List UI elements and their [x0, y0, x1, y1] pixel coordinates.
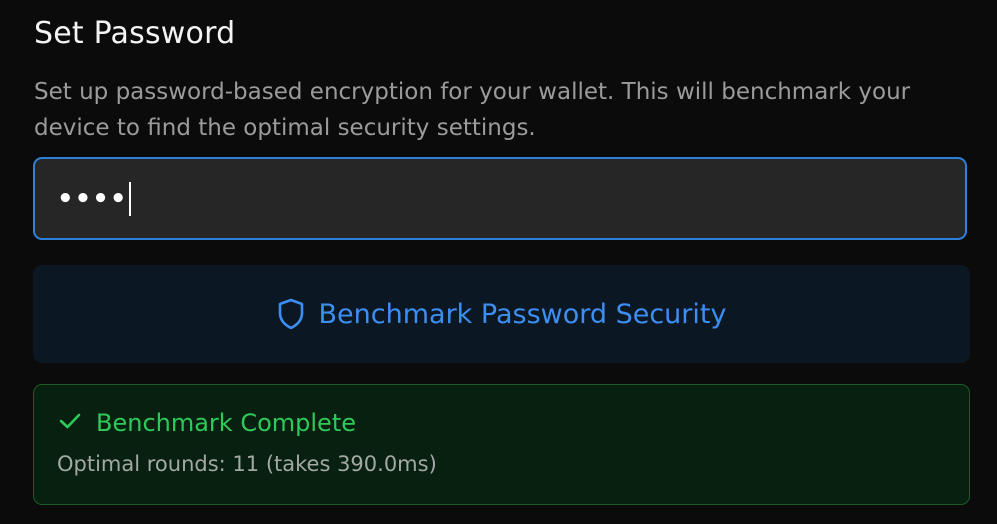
- benchmark-button[interactable]: Benchmark Password Security: [33, 265, 970, 363]
- password-masked-value: ••••: [57, 183, 128, 214]
- check-icon: [58, 411, 82, 435]
- text-caret: [129, 181, 132, 216]
- password-input[interactable]: ••••: [33, 157, 967, 240]
- page-title: Set Password: [34, 16, 236, 51]
- shield-icon: [277, 298, 305, 330]
- benchmark-result-card: Benchmark Complete Optimal rounds: 11 (t…: [33, 384, 970, 505]
- result-detail: Optimal rounds: 11 (takes 390.0ms): [57, 452, 437, 476]
- benchmark-button-label: Benchmark Password Security: [318, 298, 727, 330]
- page-description: Set up password-based encryption for you…: [34, 79, 911, 141]
- result-heading: Benchmark Complete: [96, 409, 356, 437]
- set-password-panel: Set Password Set up password-based encry…: [0, 0, 997, 524]
- result-header: Benchmark Complete: [58, 409, 356, 437]
